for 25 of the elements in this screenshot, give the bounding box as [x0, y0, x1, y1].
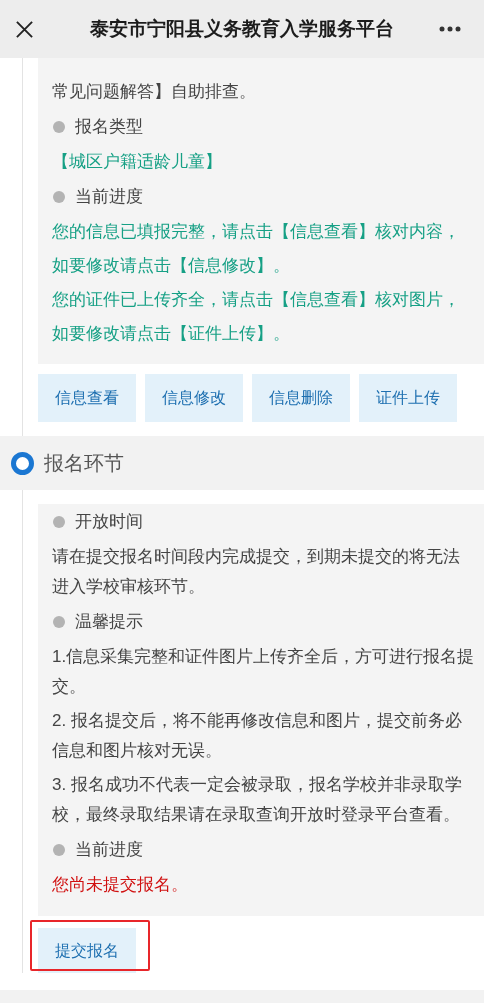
- progress-text: 如要修改请点击【信息修改】。: [52, 255, 291, 277]
- info-text: 2. 报名提交后，将不能再修改信息和图片，提交前务必信息和图片核对无误。: [52, 710, 463, 762]
- window-title: 泰安市宁阳县义务教育入学服务平台: [90, 16, 394, 41]
- info-text: 常见问题解答】自助排查。: [52, 81, 257, 103]
- close-icon[interactable]: [15, 20, 34, 39]
- action-button[interactable]: 信息查看: [38, 374, 136, 422]
- field-label: 当前进度: [75, 839, 143, 861]
- action-button[interactable]: 信息修改: [145, 374, 243, 422]
- section-title: 报名环节: [44, 451, 124, 476]
- action-button[interactable]: 信息删除: [252, 374, 350, 422]
- progress-text: 您的证件已上传齐全，请点击【信息查看】核对图片，: [52, 289, 461, 311]
- progress-text: 【城区户籍适龄儿童】: [52, 151, 223, 173]
- info-text: 请在提交报名时间段内完成提交，到期未提交的将无法进入学校审核环节。: [52, 546, 461, 598]
- info-text: 3. 报名成功不代表一定会被录取，报名学校并非录取学校，最终录取结果请在录取查询开放时登录平台查看。: [52, 774, 463, 826]
- field-label: 温馨提示: [75, 611, 143, 633]
- field-label: 开放时间: [75, 511, 143, 533]
- field-label: 报名类型: [75, 116, 143, 138]
- action-button[interactable]: 提交报名: [38, 928, 136, 973]
- progress-text: 如要修改请点击【证件上传】。: [52, 323, 291, 345]
- progress-text: 您的信息已填报完整，请点击【信息查看】核对内容，: [52, 221, 461, 243]
- more-icon[interactable]: [439, 26, 461, 32]
- status-text: 您尚未提交报名。: [52, 874, 189, 896]
- action-button[interactable]: 证件上传: [359, 374, 457, 422]
- field-label: 当前进度: [75, 186, 143, 208]
- info-text: 1.信息采集完整和证件图片上传齐全后，方可进行报名提交。: [52, 646, 476, 698]
